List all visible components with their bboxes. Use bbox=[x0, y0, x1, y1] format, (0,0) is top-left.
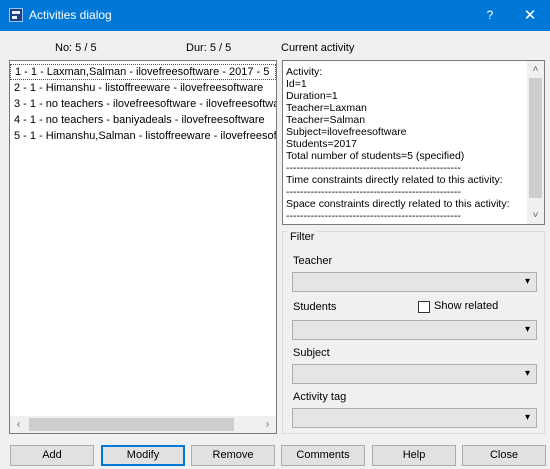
detail-line: Activity: bbox=[286, 66, 323, 78]
help-button[interactable]: Help bbox=[372, 445, 456, 466]
horizontal-scroll-thumb[interactable] bbox=[29, 418, 234, 431]
list-item[interactable]: 5 - 1 - Himanshu,Salman - listoffreeware… bbox=[10, 128, 276, 144]
add-button[interactable]: Add bbox=[10, 445, 94, 466]
chevron-down-icon: ▾ bbox=[524, 368, 530, 379]
app-icon bbox=[9, 8, 23, 22]
subject-label: Subject bbox=[293, 347, 330, 359]
detail-line: Id=1 bbox=[286, 78, 307, 90]
list-item[interactable]: 1 - 1 - Laxman,Salman - ilovefreesoftwar… bbox=[10, 64, 276, 80]
filter-legend: Filter bbox=[288, 231, 317, 243]
detail-line: Duration=1 bbox=[286, 90, 338, 102]
horizontal-scrollbar[interactable]: ‹ › bbox=[10, 416, 276, 433]
duration-count-label: Dur: 5 / 5 bbox=[186, 42, 232, 54]
detail-line: Teacher=Laxman bbox=[286, 102, 367, 114]
scroll-up-icon[interactable]: ˄ bbox=[527, 61, 544, 78]
current-activity-details[interactable]: Activity: Id=1 Duration=1 Teacher=Laxman… bbox=[282, 60, 545, 225]
modify-button[interactable]: Modify bbox=[101, 445, 185, 466]
teacher-label: Teacher bbox=[293, 255, 333, 267]
title-bar: Activities dialog ? ✕ bbox=[0, 0, 550, 31]
window-close-button[interactable]: ✕ bbox=[510, 0, 550, 31]
chevron-down-icon: ▾ bbox=[524, 276, 530, 287]
list-item[interactable]: 3 - 1 - no teachers - ilovefreesoftware … bbox=[10, 96, 276, 112]
activity-count-label: No: 5 / 5 bbox=[55, 42, 97, 54]
vertical-scroll-thumb[interactable] bbox=[529, 78, 542, 198]
detail-line: ----------------------------------------… bbox=[286, 162, 461, 174]
detail-line: Time constraints directly related to thi… bbox=[286, 174, 503, 186]
activity-tag-combo[interactable]: ▾ bbox=[292, 408, 537, 428]
students-label: Students bbox=[293, 301, 337, 313]
activity-tag-label: Activity tag bbox=[293, 391, 347, 403]
activities-list[interactable]: 1 - 1 - Laxman,Salman - ilovefreesoftwar… bbox=[9, 60, 277, 434]
close-button[interactable]: Close bbox=[462, 445, 546, 466]
scroll-right-icon[interactable]: › bbox=[259, 416, 276, 433]
detail-line: ----------------------------------------… bbox=[286, 186, 461, 198]
comments-button[interactable]: Comments bbox=[281, 445, 365, 466]
students-combo[interactable]: ▾ bbox=[292, 320, 537, 340]
detail-line: ----------------------------------------… bbox=[286, 210, 461, 222]
detail-line: Total number of students=5 (specified) bbox=[286, 150, 465, 162]
window-title: Activities dialog bbox=[29, 8, 112, 22]
show-related-label[interactable]: Show related bbox=[434, 300, 498, 312]
list-item[interactable]: 4 - 1 - no teachers - baniyadeals - ilov… bbox=[10, 112, 276, 128]
detail-line: Students=2017 bbox=[286, 138, 357, 150]
title-help-button[interactable]: ? bbox=[470, 0, 510, 31]
chevron-down-icon: ▾ bbox=[524, 324, 530, 335]
subject-combo[interactable]: ▾ bbox=[292, 364, 537, 384]
show-related-checkbox[interactable] bbox=[418, 301, 430, 313]
vertical-scrollbar[interactable]: ˄ ˅ bbox=[527, 61, 544, 224]
detail-line: Subject=ilovefreesoftware bbox=[286, 126, 407, 138]
chevron-down-icon: ▾ bbox=[524, 412, 530, 423]
scroll-down-icon[interactable]: ˅ bbox=[527, 207, 544, 224]
scroll-left-icon[interactable]: ‹ bbox=[10, 416, 27, 433]
remove-button[interactable]: Remove bbox=[191, 445, 275, 466]
list-item[interactable]: 2 - 1 - Himanshu - listoffreeware - ilov… bbox=[10, 80, 276, 96]
detail-line: Space constraints directly related to th… bbox=[286, 198, 510, 210]
detail-line: Teacher=Salman bbox=[286, 114, 366, 126]
current-activity-label: Current activity bbox=[281, 42, 355, 54]
teacher-combo[interactable]: ▾ bbox=[292, 272, 537, 292]
